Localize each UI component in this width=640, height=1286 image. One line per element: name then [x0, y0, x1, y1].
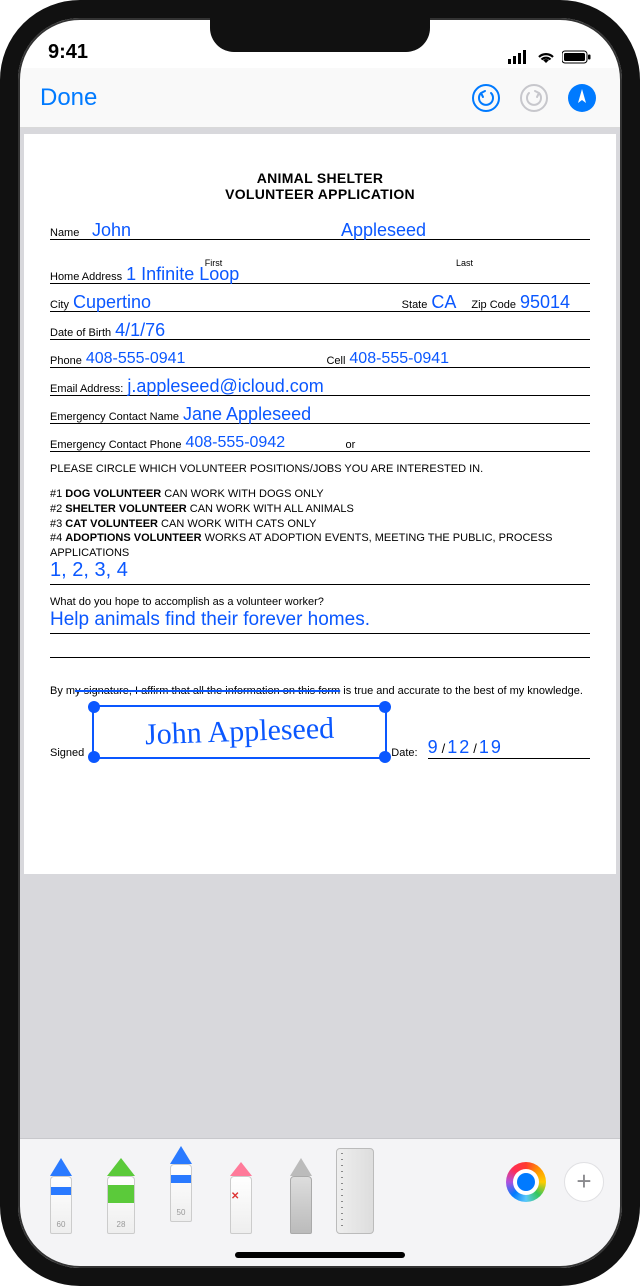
positions-list: #1 DOG VOLUNTEER CAN WORK WITH DOGS ONLY… [50, 487, 590, 561]
accomplish-question: What do you hope to accomplish as a volu… [50, 595, 590, 610]
positions-intro: PLEASE CIRCLE WHICH VOLUNTEER POSITIONS/… [50, 462, 590, 477]
eraser-x-icon: ✕ [231, 1191, 239, 1202]
markup-toggle-button[interactable] [564, 80, 600, 116]
navigation-bar: Done [18, 68, 622, 128]
done-button[interactable]: Done [40, 84, 97, 112]
signature-value[interactable]: John Appleseed [145, 712, 335, 753]
label-email: Email Address: [50, 383, 123, 395]
value-positions-chosen: 1, 2, 3, 4 [50, 561, 590, 585]
marker-size-label: 28 [108, 1220, 134, 1229]
markup-tool-tray: 60 28 50 ✕ + [18, 1138, 622, 1268]
home-indicator[interactable] [235, 1252, 405, 1258]
value-state: CA [431, 293, 471, 311]
resize-handle-icon[interactable] [88, 701, 100, 713]
label-cell: Cell [326, 355, 345, 367]
pencil-size-label: 50 [171, 1208, 191, 1217]
screen: 9:41 Done ANIMAL SHELTER [18, 18, 622, 1268]
status-time: 9:41 [48, 41, 88, 64]
sublabel-first: First [88, 258, 339, 268]
document-canvas[interactable]: ANIMAL SHELTER VOLUNTEER APPLICATION Nam… [18, 128, 622, 1268]
value-email: j.appleseed@icloud.com [127, 377, 590, 395]
label-econtact-name: Emergency Contact Name [50, 411, 179, 423]
value-econtact-phone: 408-555-0942 [185, 435, 345, 451]
label-date: Date: [391, 747, 417, 759]
value-city: Cupertino [73, 293, 402, 311]
value-econtact-name: Jane Appleseed [183, 405, 590, 423]
signature-selection-box[interactable]: John Appleseed [92, 705, 387, 759]
resize-handle-icon[interactable] [379, 751, 391, 763]
current-color-swatch [517, 1173, 535, 1191]
battery-icon [562, 50, 592, 64]
label-name: Name [50, 227, 88, 239]
wifi-icon [536, 50, 556, 64]
highlighter-tool[interactable]: 28 [96, 1138, 146, 1234]
value-phone: 408-555-0941 [86, 351, 327, 367]
form-title-2: VOLUNTEER APPLICATION [50, 186, 590, 202]
sublabel-last: Last [339, 258, 590, 268]
redo-button[interactable] [516, 80, 552, 116]
label-phone: Phone [50, 355, 82, 367]
blank-line [50, 634, 590, 658]
value-dob: 4/1/76 [115, 321, 590, 339]
affirmation-text: By my signature, I affirm that all the i… [50, 684, 590, 699]
label-signed: Signed [50, 747, 84, 759]
label-dob: Date of Birth [50, 327, 111, 339]
value-last-name: Appleseed [341, 221, 590, 239]
ruler-tool[interactable] [336, 1148, 374, 1234]
pen-size-label: 60 [51, 1220, 71, 1229]
cellular-signal-icon [508, 50, 530, 64]
color-picker-button[interactable] [506, 1162, 546, 1202]
value-zip: 95014 [520, 293, 590, 311]
lasso-tool[interactable] [276, 1138, 326, 1234]
label-econtact-phone: Emergency Contact Phone [50, 439, 181, 451]
label-city: City [50, 299, 69, 311]
label-address: Home Address [50, 271, 122, 283]
eraser-tool[interactable]: ✕ [216, 1138, 266, 1234]
value-cell: 408-555-0941 [349, 351, 590, 367]
value-first-name: John [92, 221, 341, 239]
pen-tool[interactable]: 60 [36, 1138, 86, 1234]
label-state: State [402, 299, 428, 311]
resize-handle-icon[interactable] [88, 751, 100, 763]
value-sign-date: 9 / 12 / 19 [428, 737, 590, 759]
value-accomplish: Help animals find their forever homes. [50, 610, 590, 634]
document-page: ANIMAL SHELTER VOLUNTEER APPLICATION Nam… [24, 134, 616, 874]
resize-handle-icon[interactable] [379, 701, 391, 713]
pencil-tool[interactable]: 50 [156, 1126, 206, 1222]
undo-button[interactable] [468, 80, 504, 116]
label-zip: Zip Code [471, 299, 516, 311]
label-or: or [345, 439, 355, 451]
form-title-1: ANIMAL SHELTER [50, 170, 590, 186]
add-annotation-button[interactable]: + [564, 1162, 604, 1202]
